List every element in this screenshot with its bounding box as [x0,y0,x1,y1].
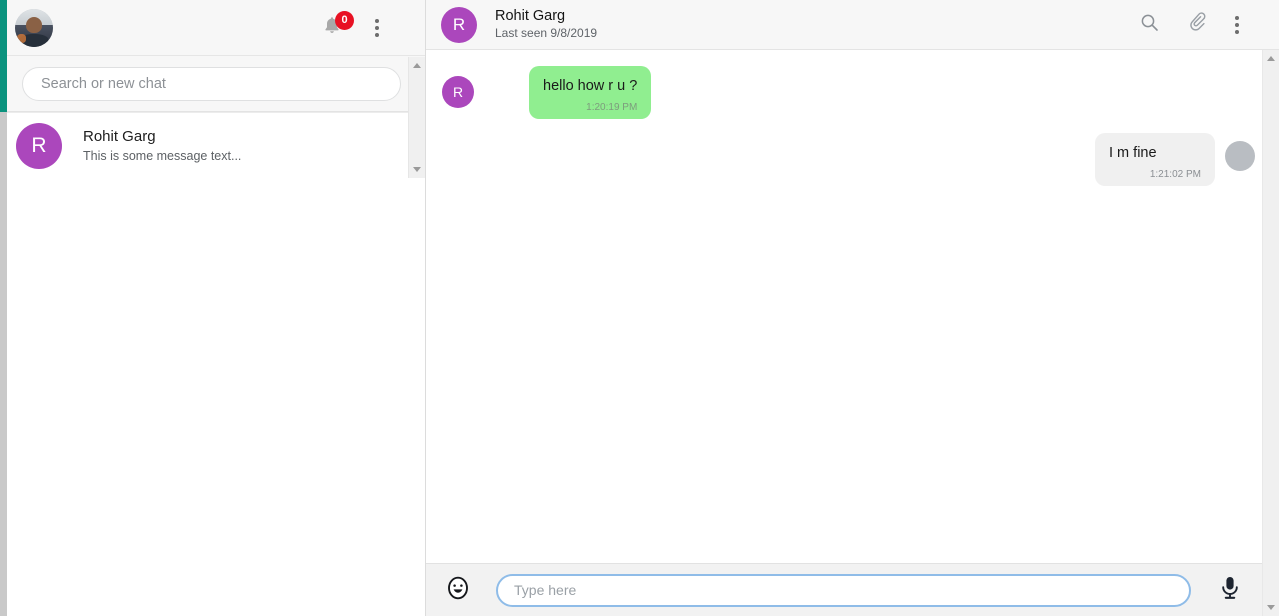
chat-scrollbar[interactable] [1262,50,1279,616]
kebab-dot [1235,15,1239,20]
avatar-head [26,16,42,33]
message-text: I m fine [1109,145,1157,161]
message-avatar-photo [1225,141,1255,171]
message-bubble[interactable]: hello how r u ? 1:20:19 PM [529,66,652,119]
chat-header-name: Rohit Garg [495,8,566,24]
chat-header: R Rohit Garg Last seen 9/8/2019 [426,0,1279,50]
message-time: 1:20:19 PM [586,102,638,113]
chat-item-preview: This is some message text... [83,148,242,163]
emoji-button[interactable] [443,575,473,605]
accent-rail [0,0,7,112]
chat-list: R Rohit Garg This is some message text..… [0,112,425,179]
chat-menu-button[interactable] [1235,15,1239,34]
microphone-icon [1217,574,1243,607]
search-zone [0,56,425,112]
message-time: 1:21:02 PM [1149,169,1201,180]
user-avatar[interactable] [15,8,53,47]
scroll-up-arrow-icon[interactable] [1263,50,1279,67]
chat-header-meta: Rohit Garg Last seen 9/8/2019 [495,8,597,41]
search-button[interactable] [1137,13,1161,37]
chat-app-window: 0 R Rohit Ga [0,0,1279,616]
message-text: hello how r u ? [543,78,638,94]
avatar-accent [17,34,27,43]
scroll-up-arrow-icon[interactable] [409,57,425,74]
emoji-smiley-icon [445,575,471,606]
paperclip-icon [1188,12,1208,37]
chat-item-name: Rohit Garg [83,127,156,145]
sidebar: 0 R Rohit Ga [0,0,426,616]
message-composer [426,563,1279,616]
message-avatar: R [442,76,474,108]
chat-header-actions [1137,12,1259,37]
chat-header-avatar: R [441,6,477,43]
kebab-dot [375,18,379,23]
search-icon [1140,13,1159,37]
kebab-dot [375,25,379,30]
sidebar-topbar-actions: 0 [319,10,425,43]
notifications-badge: 0 [335,10,354,30]
accent-rail-lower [0,112,7,616]
message-bubble[interactable]: I m fine 1:21:02 PM [1095,133,1215,186]
chat-avatar: R [16,122,62,169]
message-input[interactable] [496,573,1191,607]
sidebar-scrollbar[interactable] [408,57,425,178]
search-input[interactable] [22,66,401,101]
sidebar-menu-button[interactable] [375,18,379,37]
notifications-button[interactable]: 0 [319,10,354,43]
chat-header-status: Last seen 9/8/2019 [495,26,598,40]
message-row-incoming: R hello how r u ? 1:20:19 PM [442,66,1255,119]
sidebar-topbar: 0 [0,0,425,56]
attach-button[interactable] [1186,12,1210,37]
message-list: R hello how r u ? 1:20:19 PM I m fine 1:… [426,50,1279,563]
kebab-dot [375,32,379,37]
scroll-down-arrow-icon[interactable] [1263,599,1279,616]
chat-panel: R Rohit Garg Last seen 9/8/2019 R hello … [426,0,1279,616]
message-row-outgoing: I m fine 1:21:02 PM [442,133,1255,186]
kebab-dot [1235,29,1239,34]
chat-list-item[interactable]: R Rohit Garg This is some message text..… [0,113,425,179]
voice-record-button[interactable] [1213,573,1247,607]
chat-item-meta: Rohit Garg This is some message text... [83,128,241,164]
kebab-dot [1235,22,1239,27]
scroll-down-arrow-icon[interactable] [409,161,425,178]
